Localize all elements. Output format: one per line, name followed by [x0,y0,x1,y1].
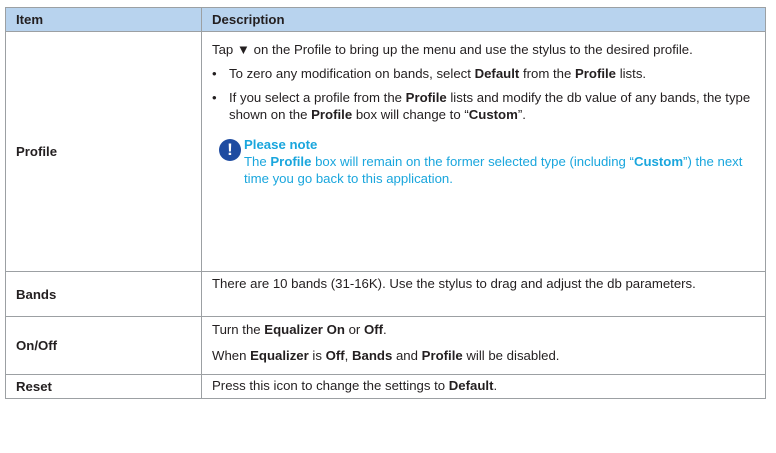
profile-intro-text: Tap ▼ on the Profile to bring up the men… [212,42,693,57]
please-note-callout: ! Please note The Profile box will remai… [212,136,757,191]
table-row-bands: Bands There are 10 bands (31-16K). Use t… [5,271,766,317]
note-title: Please note [244,137,318,152]
description-profile: Tap ▼ on the Profile to bring up the men… [201,31,766,272]
description-reset: Press this icon to change the settings t… [201,374,766,399]
description-bands: There are 10 bands (31-16K). Use the sty… [201,271,766,317]
item-label-profile: Profile [5,31,202,272]
settings-table: Item Description Profile Tap ▼ on the Pr… [5,7,766,399]
bullet-glyph: • [212,90,217,105]
item-label-onoff: On/Off [5,316,202,375]
column-header-item: Item [5,7,202,32]
onoff-line-2: When Equalizer is Off, Bands and Profile… [212,348,560,363]
note-text: The Profile box will remain on the forme… [244,154,743,186]
table-row-profile: Profile Tap ▼ on the Profile to bring up… [5,31,766,272]
column-header-description: Description [201,7,766,32]
exclamation-icon: ! [219,139,241,161]
description-onoff: Turn the Equalizer On or Off. When Equal… [201,316,766,375]
profile-bullet-list: • To zero any modification on bands, sele… [212,65,757,123]
table-row-onoff: On/Off Turn the Equalizer On or Off. Whe… [5,316,766,375]
profile-bullet-default: • To zero any modification on bands, sele… [212,66,647,81]
profile-bullet-custom: • If you select a profile from the Profil… [212,90,751,122]
item-label-bands: Bands [5,271,202,317]
bullet-glyph: • [212,66,217,81]
item-label-reset: Reset [5,374,202,399]
table-header-row: Item Description [5,7,766,32]
onoff-line-1: Turn the Equalizer On or Off. [212,322,387,337]
table-row-reset: Reset Press this icon to change the sett… [5,374,766,399]
